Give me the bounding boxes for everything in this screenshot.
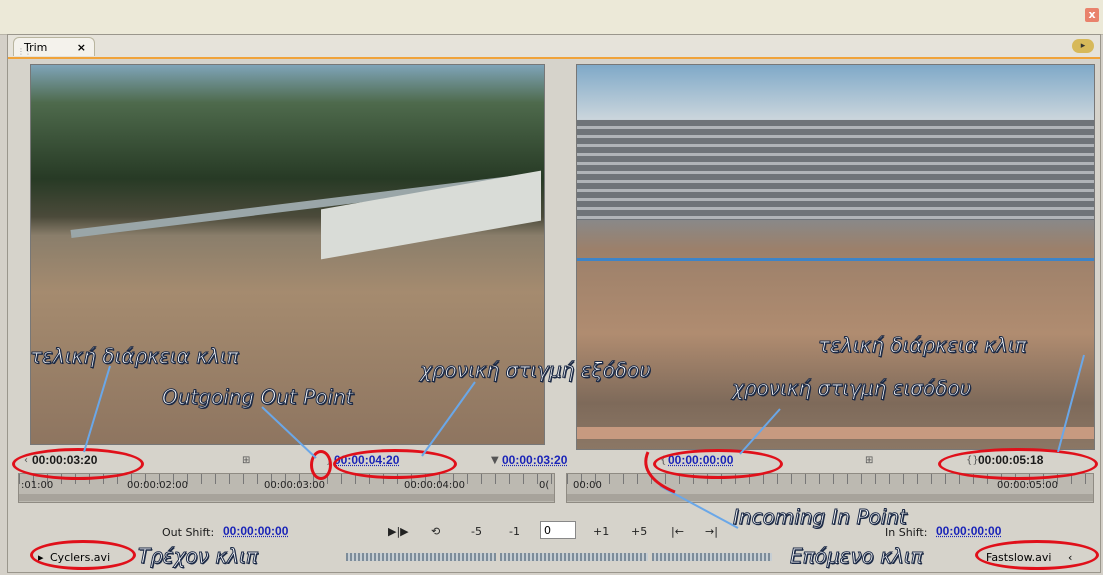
annotation-incoming: Incoming In Point <box>733 505 908 530</box>
annotation-arrows <box>83 354 1085 529</box>
arrow-incoming <box>659 485 739 529</box>
arrow-outgoing <box>261 406 317 459</box>
annotation-left-duration: τελική διάρκεια κλιπ <box>30 344 239 369</box>
annotation-exit-time: χρονική στιγμή εξόδου <box>420 358 652 383</box>
annotation-next-clip: Επόμενο κλιπ <box>790 544 924 569</box>
arrow-left-duration <box>83 365 111 453</box>
annotation-right-duration: τελική διάρκεια κλιπ <box>818 333 1027 358</box>
annotation-outgoing: Outgoing Out Point <box>161 385 354 410</box>
annotation-current-clip: Τρέχον κλιπ <box>138 544 259 569</box>
annotation-entry-time: χρονική στιγμή εισόδου <box>731 376 972 401</box>
arrow-exit-time <box>421 381 476 457</box>
arrow-entry-time <box>739 408 781 455</box>
arrow-right-duration <box>1057 354 1085 453</box>
in-point-curve <box>644 451 676 494</box>
